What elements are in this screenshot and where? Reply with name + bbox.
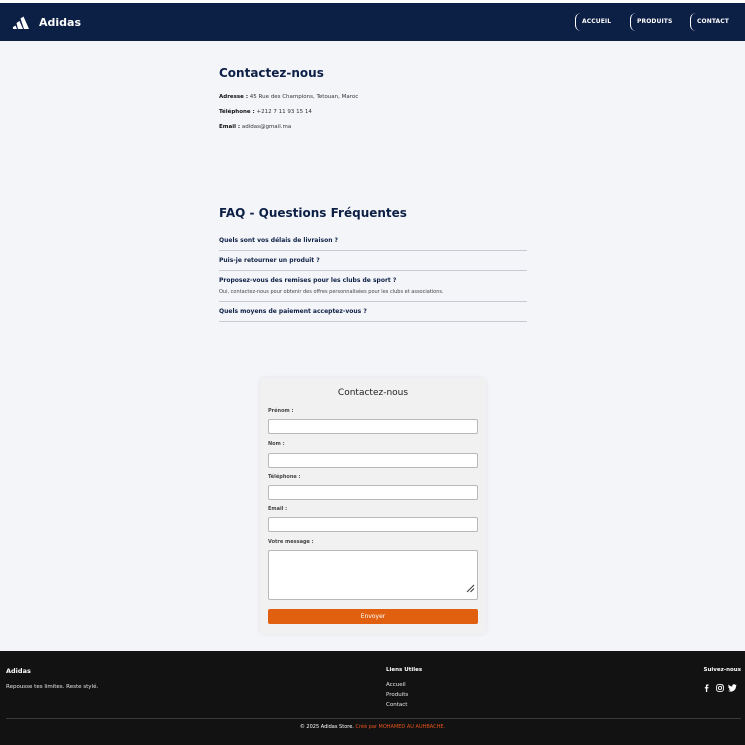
contact-info-section: Contactez-nous Adresse : 45 Rue des Cham… [219,66,539,139]
email-label-form: Email : [268,506,288,512]
email-line: Email : adidas@gmail.ma [219,124,539,130]
instagram-icon[interactable] [715,683,724,692]
address-value: 45 Rue des Champions, Tetouan, Maroc [249,94,359,100]
navbar: Adidas ACCUEIL PRODUITS CONTACT [0,3,745,41]
footer-divider [6,718,741,719]
prenom-label: Prénom : [268,408,294,414]
faq-title: FAQ - Questions Fréquentes [219,206,407,220]
phone-label: Téléphone : [219,109,255,115]
credit-text: Créé par MOHAMED AU AUHBACHE. [355,724,446,730]
footer-link-contact[interactable]: Contact [386,702,407,708]
faq-question[interactable]: Quels sont vos délais de livraison ? [219,237,527,244]
faq-question[interactable]: Puis-je retourner un produit ? [219,257,527,264]
nav-produits[interactable]: PRODUITS [630,13,672,31]
twitter-icon[interactable] [728,683,737,692]
copyright-text: © 2025 Adidas Store. [299,724,354,730]
faq-section: FAQ - Questions Fréquentes Quels sont vo… [219,206,527,322]
footer-tagline: Repousse tes limites. Reste stylé. [6,684,99,690]
footer-copyright: © 2025 Adidas Store. Créé par MOHAMED AU… [0,724,745,730]
brand-name: Adidas [39,15,82,29]
nav-accueil[interactable]: ACCUEIL [575,13,611,31]
faq-item[interactable]: Puis-je retourner un produit ? [219,251,527,271]
brand[interactable]: Adidas [13,15,81,29]
telephone-input[interactable] [268,485,478,500]
faq-item[interactable]: Quels moyens de paiement acceptez-vous ? [219,302,527,322]
footer-follow-title: Suivez-nous [703,667,741,673]
nom-input[interactable] [268,453,478,468]
email-label: Email : [219,124,241,130]
facebook-icon[interactable] [702,683,711,692]
faq-question[interactable]: Quels moyens de paiement acceptez-vous ? [219,308,527,315]
footer-links-title: Liens Utiles [386,667,423,673]
submit-button[interactable]: Envoyer [268,609,478,624]
footer-link-accueil[interactable]: Accueil [386,682,406,688]
contact-form: Contactez-nous Prénom : Nom : Téléphone … [260,378,486,634]
footer-link-produits[interactable]: Produits [386,692,408,698]
resize-grip-icon[interactable] [466,578,475,597]
faq-item[interactable]: Quels sont vos délais de livraison ? [219,231,527,251]
faq-item[interactable]: Proposez-vous des remises pour les clubs… [219,271,527,302]
nav-contact[interactable]: CONTACT [690,13,729,31]
contact-title: Contactez-nous [219,66,324,80]
footer-brand: Adidas [6,667,31,675]
address-line: Adresse : 45 Rue des Champions, Tetouan,… [219,94,539,100]
phone-value: +212 7 11 93 15 14 [256,109,312,115]
prenom-input[interactable] [268,419,478,434]
phone-line: Téléphone : +212 7 11 93 15 14 [219,109,539,115]
adidas-logo-icon [13,15,35,29]
email-input[interactable] [268,517,478,532]
message-textarea[interactable] [268,550,478,600]
nom-label: Nom : [268,441,285,447]
address-label: Adresse : [219,94,249,100]
telephone-label: Téléphone : [268,474,301,480]
form-title: Contactez-nous [337,388,409,398]
footer: Adidas Repousse tes limites. Reste stylé… [0,651,745,745]
faq-question[interactable]: Proposez-vous des remises pour les clubs… [219,277,527,284]
email-value: adidas@gmail.ma [241,124,292,130]
message-label: Votre message : [268,539,314,545]
faq-answer: Oui, contactez-nous pour obtenir des off… [219,289,444,295]
